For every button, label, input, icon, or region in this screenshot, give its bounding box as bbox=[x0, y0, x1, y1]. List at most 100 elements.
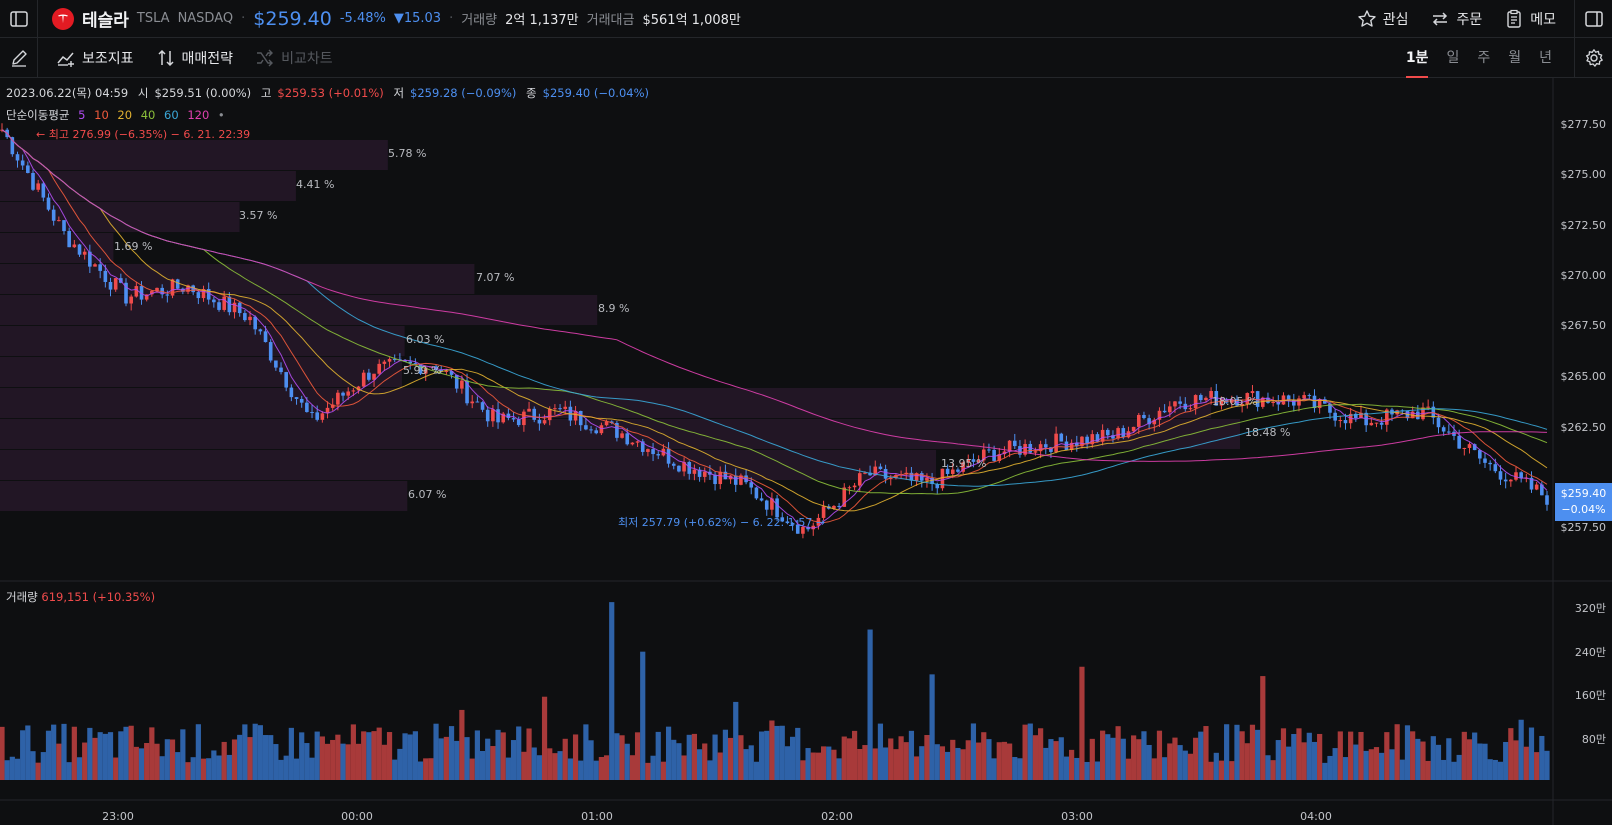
volume-bar bbox=[1094, 761, 1101, 780]
compare-button[interactable]: 비교차트 bbox=[255, 48, 333, 68]
ma-period-10: 10 bbox=[94, 108, 109, 122]
volume-bar bbox=[500, 732, 506, 780]
chart-area[interactable]: 2023.06.22(목) 04:59 시 $259.51 (0.00%) 고 $2… bbox=[0, 78, 1612, 825]
volume-bar bbox=[216, 755, 222, 780]
volume-bar bbox=[748, 745, 754, 780]
volume-bar bbox=[133, 746, 139, 780]
volume-bar bbox=[1353, 744, 1359, 780]
volume-bar bbox=[826, 746, 832, 780]
volume-profile-label: 18.05 % bbox=[1212, 395, 1258, 408]
ma-legend[interactable]: 단순이동평균 5 10 20 40 60 120 • bbox=[6, 107, 230, 123]
candle-body bbox=[1188, 408, 1193, 410]
strategy-button[interactable]: 매매전략 bbox=[156, 48, 233, 68]
volume-bar bbox=[433, 723, 439, 780]
volume-bar bbox=[629, 755, 636, 780]
period-tab-week[interactable]: 주 bbox=[1477, 38, 1490, 78]
candle-body bbox=[387, 359, 392, 362]
volume-profile-bar bbox=[0, 264, 475, 294]
volume-bar bbox=[1074, 757, 1080, 780]
candle-body bbox=[134, 286, 139, 297]
price-axis-label: $257.50 bbox=[1560, 521, 1607, 534]
ma-more-icon[interactable]: • bbox=[218, 108, 225, 122]
volume-bar bbox=[25, 725, 31, 780]
watch-button[interactable]: 관심 bbox=[1357, 9, 1408, 29]
draw-button[interactable] bbox=[0, 37, 38, 78]
volume-bar bbox=[800, 760, 806, 780]
volume-bar bbox=[676, 743, 682, 780]
indicators-button[interactable]: 보조지표 bbox=[56, 48, 134, 68]
volume-bar bbox=[764, 730, 770, 780]
ma-period-120: 120 bbox=[187, 108, 210, 122]
volume-bar bbox=[1363, 750, 1369, 780]
period-tab-month[interactable]: 월 bbox=[1508, 38, 1521, 78]
candle-body bbox=[1436, 417, 1441, 428]
volume-bar bbox=[1151, 758, 1157, 780]
candle-body bbox=[516, 419, 521, 426]
period-tab-year[interactable]: 년 bbox=[1539, 38, 1552, 78]
volume-bar bbox=[138, 748, 145, 780]
volume-profile-bar bbox=[0, 481, 408, 511]
volume-bar bbox=[1187, 753, 1194, 780]
volume-bar bbox=[128, 725, 134, 780]
volume-bar bbox=[1156, 730, 1163, 780]
volume-bar bbox=[154, 743, 160, 780]
volume-bar bbox=[226, 754, 232, 780]
legend-low: $259.28 (−0.09%) bbox=[410, 86, 517, 100]
stock-exchange: NASDAQ bbox=[177, 11, 234, 26]
volume-bar bbox=[1017, 758, 1023, 780]
volume-bar bbox=[1441, 759, 1447, 780]
volume-profile-bar bbox=[0, 419, 1240, 449]
candle-body bbox=[31, 172, 35, 190]
volume-bar bbox=[76, 757, 83, 780]
volume-bar bbox=[505, 757, 511, 780]
volume-bar bbox=[1110, 737, 1116, 780]
candle-body bbox=[82, 251, 87, 255]
volume-bar bbox=[123, 726, 129, 780]
volume-bar bbox=[185, 762, 191, 780]
period-tab-day[interactable]: 일 bbox=[1446, 38, 1459, 78]
stock-name[interactable]: 테슬라 bbox=[82, 6, 129, 31]
candle-body bbox=[77, 244, 82, 255]
candle-body bbox=[1198, 395, 1203, 401]
volume-profile-bar bbox=[0, 233, 114, 263]
memo-button[interactable]: 메모 bbox=[1504, 9, 1556, 29]
volume-bar bbox=[671, 739, 677, 780]
volume-bar bbox=[955, 747, 961, 780]
volume-bar bbox=[257, 725, 263, 780]
candle-body bbox=[1369, 422, 1374, 426]
settings-button[interactable] bbox=[1574, 37, 1612, 78]
ma-label: 단순이동평균 bbox=[6, 108, 70, 122]
candle-body bbox=[253, 316, 257, 330]
volume-bar bbox=[1084, 761, 1090, 780]
candle-body bbox=[103, 270, 108, 282]
volume-profile-bar bbox=[0, 357, 402, 387]
volume-bar bbox=[650, 755, 656, 780]
volume-bar bbox=[1172, 737, 1178, 780]
order-button[interactable]: 주문 bbox=[1430, 9, 1482, 29]
volume-bar bbox=[888, 738, 894, 780]
volume-bar bbox=[1497, 761, 1504, 780]
candle-body bbox=[346, 391, 351, 396]
amount-value: $561억 1,008만 bbox=[642, 13, 741, 28]
price-axis-label: $270.00 bbox=[1560, 269, 1607, 282]
right-panel-toggle-button[interactable] bbox=[1574, 0, 1612, 38]
volume-bar bbox=[588, 740, 594, 780]
volume-bar bbox=[314, 731, 320, 780]
candle-body bbox=[108, 281, 113, 290]
volume-bar bbox=[1275, 740, 1281, 780]
ma-period-20: 20 bbox=[117, 108, 133, 122]
volume-bar bbox=[1007, 743, 1013, 780]
period-tab-1min[interactable]: 1분 bbox=[1405, 38, 1428, 78]
volume-bar bbox=[929, 674, 935, 780]
volume-bar bbox=[1389, 749, 1395, 780]
candle-body bbox=[532, 408, 537, 420]
volume-bar bbox=[1373, 747, 1380, 780]
volume-bar bbox=[402, 733, 408, 780]
volume-bar bbox=[707, 760, 713, 780]
volume-bar bbox=[898, 736, 904, 780]
volume-bar bbox=[1503, 741, 1509, 780]
price-chart[interactable] bbox=[0, 78, 1612, 825]
volume-bar bbox=[981, 732, 987, 780]
volume-bar bbox=[35, 762, 41, 780]
sidebar-toggle-button[interactable] bbox=[0, 0, 38, 38]
